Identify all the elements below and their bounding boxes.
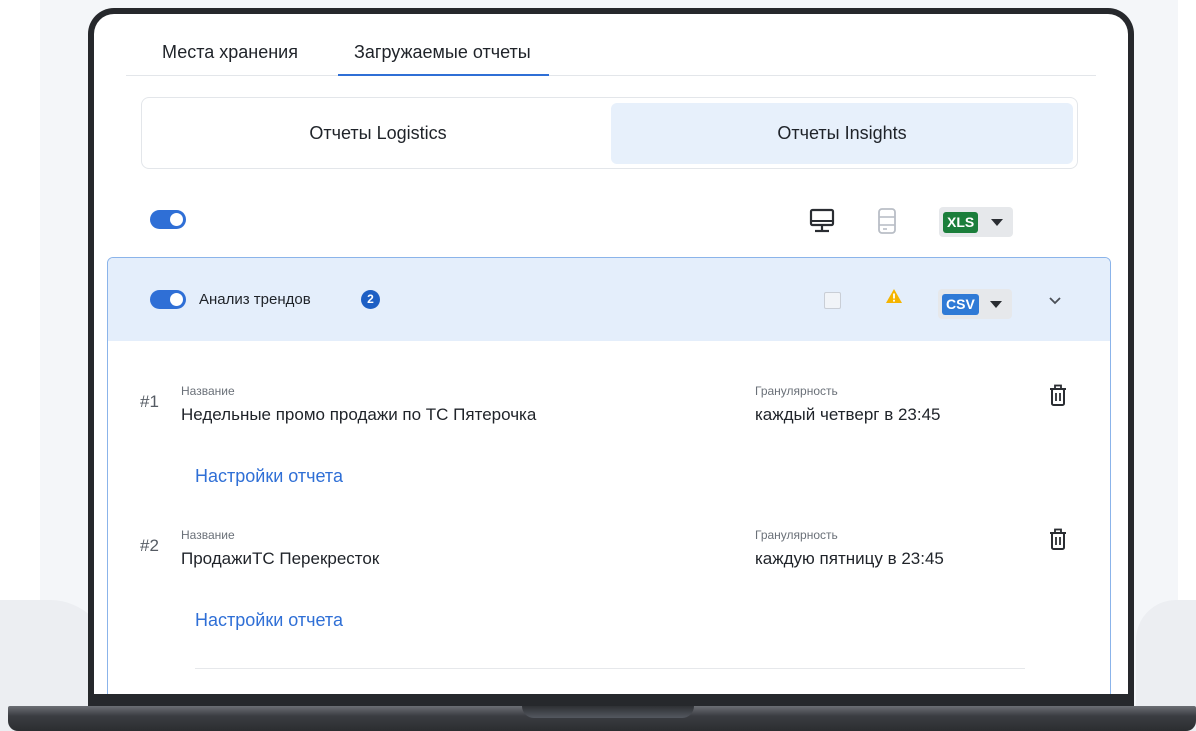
master-toggle[interactable]: [150, 210, 186, 229]
trash-icon[interactable]: [1048, 528, 1068, 552]
monitor-icon[interactable]: [808, 207, 836, 235]
group-format-select[interactable]: CSV: [938, 289, 1012, 319]
granularity-label: Гранулярность: [755, 528, 838, 542]
segment-logistics-reports[interactable]: Отчеты Logistics: [147, 103, 609, 164]
segment-insights-reports[interactable]: Отчеты Insights: [611, 103, 1073, 164]
export-format-select[interactable]: XLS: [939, 207, 1013, 237]
report-number: #1: [140, 392, 159, 411]
laptop-hinge-notch: [522, 706, 694, 718]
report-count-badge: 2: [361, 290, 380, 309]
report-name: Недельные промо продажи по ТС Пятерочка: [181, 405, 537, 424]
report-item: #2 Название ПродажиТС Перекресток Гранул…: [108, 528, 1110, 608]
name-label: Название: [181, 528, 235, 542]
report-name: ПродажиТС Перекресток: [181, 549, 380, 568]
tab-uploaded-reports[interactable]: Загружаемые отчеты: [338, 40, 549, 76]
report-type-switch: Отчеты Logistics Отчеты Insights: [141, 97, 1078, 169]
csv-badge: CSV: [942, 294, 979, 315]
tab-storage-locations[interactable]: Места хранения: [162, 40, 298, 76]
report-item: #1 Название Недельные промо продажи по Т…: [108, 384, 1110, 464]
chevron-down-icon[interactable]: [1048, 296, 1062, 306]
warning-icon: [886, 289, 902, 303]
report-settings-link[interactable]: Настройки отчета: [195, 610, 343, 631]
group-title: Анализ трендов: [199, 291, 311, 308]
report-group-header[interactable]: Анализ трендов 2 CSV: [108, 258, 1110, 341]
laptop-screen: Места хранения Загружаемые отчеты Отчеты…: [94, 14, 1128, 694]
caret-down-icon: [990, 301, 1002, 308]
divider: [195, 668, 1025, 669]
caret-down-icon: [991, 219, 1003, 226]
report-number: #2: [140, 536, 159, 555]
name-label: Название: [181, 384, 235, 398]
database-icon[interactable]: [876, 207, 898, 235]
report-granularity: каждую пятницу в 23:45: [755, 549, 944, 568]
group-toggle[interactable]: [150, 290, 186, 309]
tab-bar: Места хранения Загружаемые отчеты: [126, 14, 1096, 76]
report-settings-link[interactable]: Настройки отчета: [195, 466, 343, 487]
report-granularity: каждый четверг в 23:45: [755, 405, 941, 424]
xls-badge: XLS: [943, 212, 979, 233]
group-checkbox[interactable]: [824, 292, 841, 309]
trash-icon[interactable]: [1048, 384, 1068, 408]
granularity-label: Гранулярность: [755, 384, 838, 398]
